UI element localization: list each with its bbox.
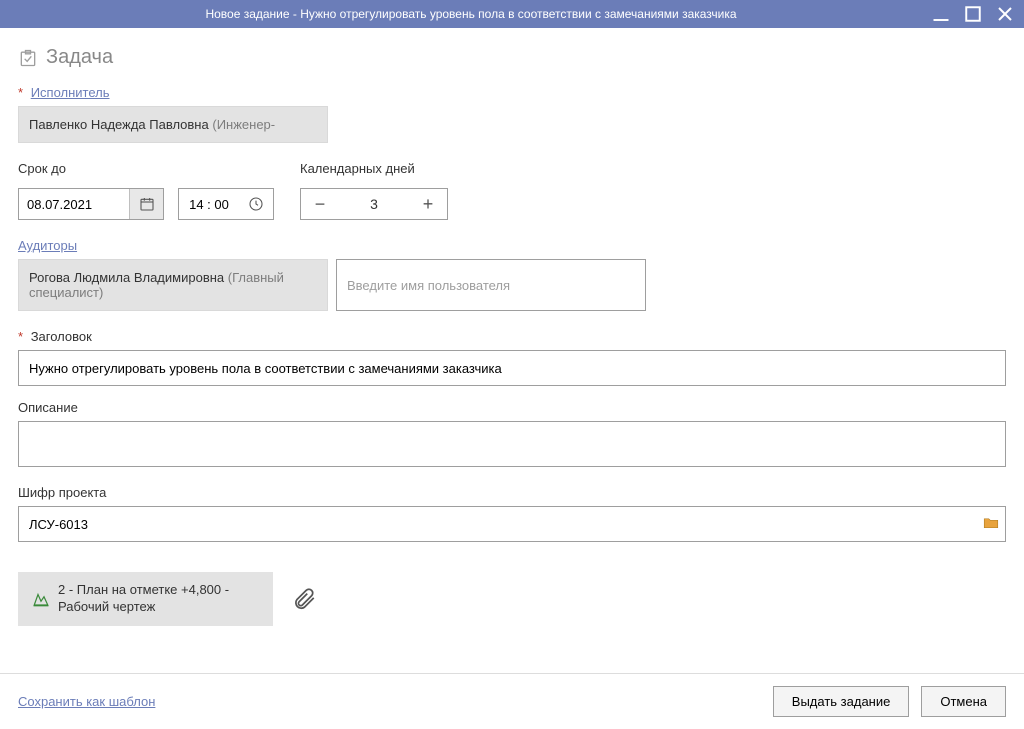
date-input[interactable] bbox=[18, 188, 164, 220]
deadline-inputs bbox=[18, 188, 274, 220]
title-label: Заголовок bbox=[31, 329, 92, 344]
calendar-days-field: Календарных дней − 3 + bbox=[300, 161, 448, 220]
window-title: Новое задание - Нужно отрегулировать уро… bbox=[10, 7, 932, 21]
stepper-plus[interactable]: + bbox=[409, 189, 447, 219]
date-field[interactable] bbox=[19, 197, 129, 212]
close-button[interactable] bbox=[996, 5, 1014, 23]
title-label-row: * Заголовок bbox=[18, 329, 1006, 344]
drawing-icon bbox=[32, 590, 50, 608]
calendar-days-label: Календарных дней bbox=[300, 161, 448, 176]
assignee-chip[interactable]: Павленко Надежда Павловна (Инженер- bbox=[18, 106, 328, 143]
required-asterisk: * bbox=[18, 85, 23, 100]
description-label: Описание bbox=[18, 400, 1006, 415]
attachment-label: 2 - План на отметке +4,800 - Рабочий чер… bbox=[58, 582, 259, 616]
title-input[interactable] bbox=[18, 350, 1006, 386]
submit-button[interactable]: Выдать задание bbox=[773, 686, 910, 717]
window-controls bbox=[932, 5, 1014, 23]
stepper-minus[interactable]: − bbox=[301, 189, 339, 219]
deadline-row: Срок до bbox=[18, 161, 1006, 220]
project-code-input[interactable] bbox=[18, 506, 1006, 542]
minimize-button[interactable] bbox=[932, 5, 950, 23]
auditor-name: Рогова Людмила Владимировна bbox=[29, 270, 224, 285]
project-code-row bbox=[18, 506, 1006, 542]
attach-button[interactable] bbox=[291, 586, 317, 612]
project-code-label: Шифр проекта bbox=[18, 485, 1006, 500]
maximize-button[interactable] bbox=[964, 5, 982, 23]
attachment-chip[interactable]: 2 - План на отметке +4,800 - Рабочий чер… bbox=[18, 572, 273, 626]
page-title: Задача bbox=[18, 46, 1006, 69]
folder-button[interactable] bbox=[982, 514, 1000, 535]
auditors-label-row: Аудиторы bbox=[18, 238, 1006, 253]
deadline-label: Срок до bbox=[18, 161, 274, 176]
form-content: Задача * Исполнитель Павленко Надежда Па… bbox=[0, 28, 1024, 673]
required-asterisk: * bbox=[18, 329, 23, 344]
attachments-row: 2 - План на отметке +4,800 - Рабочий чер… bbox=[18, 572, 1006, 626]
assignee-role: (Инженер- bbox=[212, 117, 275, 132]
deadline-field: Срок до bbox=[18, 161, 274, 220]
days-stepper[interactable]: − 3 + bbox=[300, 188, 448, 220]
calendar-button[interactable] bbox=[129, 189, 163, 219]
page-title-text: Задача bbox=[46, 46, 113, 69]
time-field[interactable] bbox=[179, 197, 239, 212]
description-textarea[interactable] bbox=[18, 421, 1006, 467]
auditors-row: Рогова Людмила Владимировна (Главный спе… bbox=[18, 259, 1006, 311]
time-input[interactable] bbox=[178, 188, 274, 220]
auditor-search-input[interactable] bbox=[336, 259, 646, 311]
assignee-label: * Исполнитель bbox=[18, 85, 1006, 100]
task-icon bbox=[18, 48, 38, 68]
assignee-name: Павленко Надежда Павловна bbox=[29, 117, 209, 132]
assignee-link[interactable]: Исполнитель bbox=[31, 85, 110, 100]
footer: Сохранить как шаблон Выдать задание Отме… bbox=[0, 673, 1024, 729]
clock-button[interactable] bbox=[239, 189, 273, 219]
stepper-value: 3 bbox=[339, 196, 409, 212]
cancel-button[interactable]: Отмена bbox=[921, 686, 1006, 717]
save-template-link[interactable]: Сохранить как шаблон bbox=[18, 694, 155, 709]
auditor-chip[interactable]: Рогова Людмила Владимировна (Главный спе… bbox=[18, 259, 328, 311]
auditors-link[interactable]: Аудиторы bbox=[18, 238, 77, 253]
titlebar: Новое задание - Нужно отрегулировать уро… bbox=[0, 0, 1024, 28]
